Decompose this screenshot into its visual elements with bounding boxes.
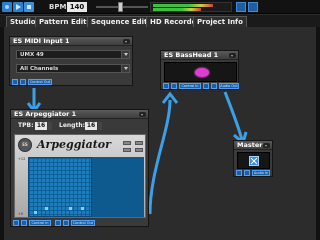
control-out-port[interactable]: Control Out xyxy=(28,79,52,85)
synth-display[interactable] xyxy=(164,62,237,82)
tpb-stepper[interactable] xyxy=(48,122,52,130)
arpeggiator-module[interactable]: ES Arpeggiator 1 TPB: 16 Length: 16 ES A… xyxy=(10,109,149,227)
module-title: Master xyxy=(237,141,263,149)
speaker-icon xyxy=(249,156,259,166)
port-connector-icon[interactable] xyxy=(203,83,209,89)
module-title: ES Arpeggiator 1 xyxy=(14,110,77,118)
midi-channel-value: All Channels xyxy=(20,66,59,72)
port-connector-icon[interactable] xyxy=(211,83,217,89)
bpm-input[interactable]: 140 xyxy=(67,2,87,12)
module-menu-icon[interactable] xyxy=(123,39,130,44)
port-connector-icon[interactable] xyxy=(63,220,69,226)
port-connector-icon[interactable] xyxy=(20,79,26,85)
view-icon[interactable] xyxy=(248,2,258,12)
length-stepper[interactable] xyxy=(98,122,102,130)
midi-input-module[interactable]: ES MIDI Input 1 UMX 49 All Channels Cont… xyxy=(9,36,133,86)
synth-icon xyxy=(195,68,209,77)
module-title: ES MIDI Input 1 xyxy=(13,37,70,45)
module-title: ES BassHead 1 xyxy=(164,51,219,59)
control-out-port[interactable]: Control Out xyxy=(71,220,95,226)
module-header[interactable]: ES BassHead 1 xyxy=(161,51,238,60)
chevron-down-icon xyxy=(121,65,129,72)
port-connector-icon[interactable] xyxy=(171,83,177,89)
length-input[interactable]: 16 xyxy=(85,122,97,130)
arp-control-button[interactable] xyxy=(135,141,143,145)
arp-control-button[interactable] xyxy=(135,148,143,152)
module-header[interactable]: ES MIDI Input 1 xyxy=(10,37,132,46)
tpb-label: TPB: xyxy=(18,122,34,129)
arpeggiator-face: ES Arpeggiator +12 +0 xyxy=(14,134,146,218)
basshead-module[interactable]: ES BassHead 1 Control In Audio Out xyxy=(160,50,239,90)
port-connector-icon[interactable] xyxy=(163,83,169,89)
port-row: Control In Audio Out xyxy=(163,83,239,89)
module-header[interactable]: Master xyxy=(234,141,272,150)
master-module[interactable]: Master Audio In xyxy=(233,140,273,177)
step-note[interactable] xyxy=(45,207,48,210)
es-logo: ES xyxy=(18,138,32,152)
port-connector-icon[interactable] xyxy=(21,220,27,226)
level-meter xyxy=(150,2,232,12)
module-menu-icon[interactable] xyxy=(229,53,236,58)
port-row: Audio In xyxy=(236,170,272,176)
step-note[interactable] xyxy=(34,211,37,214)
stop-button[interactable] xyxy=(24,2,34,12)
step-note[interactable] xyxy=(69,207,72,210)
midi-device-select[interactable]: UMX 49 xyxy=(16,50,130,59)
length-label: Length: xyxy=(59,122,85,129)
tab-bar: Studio Pattern Editor Sequence Editor HD… xyxy=(0,15,320,27)
level-meter-left xyxy=(153,4,213,7)
chevron-down-icon xyxy=(121,51,129,58)
module-menu-icon[interactable] xyxy=(263,143,270,148)
port-connector-icon[interactable] xyxy=(13,220,19,226)
control-in-port[interactable]: Control In xyxy=(29,220,51,226)
level-meter-right xyxy=(153,8,201,11)
play-button[interactable] xyxy=(13,2,23,12)
port-row: Control In Control Out xyxy=(13,220,113,226)
tempo-slider-knob[interactable] xyxy=(118,2,123,12)
port-connector-icon[interactable] xyxy=(236,170,242,176)
control-in-port[interactable]: Control In xyxy=(179,83,201,89)
port-connector-icon[interactable] xyxy=(55,220,61,226)
step-grid[interactable] xyxy=(28,157,92,217)
port-connector-icon[interactable] xyxy=(244,170,250,176)
master-display[interactable] xyxy=(237,152,270,169)
tpb-input[interactable]: 16 xyxy=(35,122,47,130)
settings-icon[interactable] xyxy=(236,2,246,12)
toolbar: BPM: 140 xyxy=(0,0,320,14)
arp-control-button[interactable] xyxy=(123,141,131,145)
record-button[interactable] xyxy=(2,2,12,12)
arp-control-button[interactable] xyxy=(123,148,131,152)
audio-out-port[interactable]: Audio Out xyxy=(219,83,239,89)
module-menu-icon[interactable] xyxy=(139,112,146,117)
axis-top-label: +12 xyxy=(18,157,26,161)
step-note[interactable] xyxy=(81,207,84,210)
step-grid-inactive[interactable] xyxy=(92,157,144,217)
audio-in-port[interactable]: Audio In xyxy=(252,170,270,176)
tab-project-info[interactable]: Project Info xyxy=(193,16,247,27)
midi-device-value: UMX 49 xyxy=(20,52,44,58)
port-row: Control Out xyxy=(12,79,72,85)
module-header[interactable]: ES Arpeggiator 1 xyxy=(11,110,148,119)
axis-bottom-label: +0 xyxy=(18,212,24,216)
port-connector-icon[interactable] xyxy=(12,79,18,85)
arpeggiator-name: Arpeggiator xyxy=(37,138,111,151)
midi-channel-select[interactable]: All Channels xyxy=(16,64,130,73)
